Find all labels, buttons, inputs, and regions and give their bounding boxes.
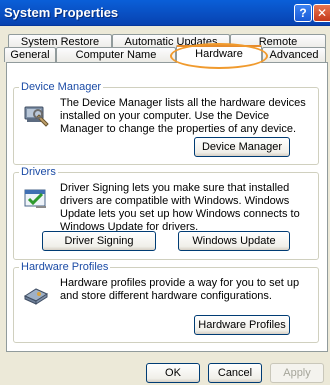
tab-general[interactable]: General [4,47,56,62]
device-manager-icon [22,100,50,131]
ok-button[interactable]: OK [146,363,200,383]
window-title: System Properties [4,5,119,20]
drivers-group-label: Drivers [19,166,58,178]
apply-button[interactable]: Apply [270,363,324,383]
driver-signing-button[interactable]: Driver Signing [42,231,156,251]
title-bar[interactable]: System Properties ? ✕ [0,0,330,26]
device-manager-group-label: Device Manager [19,81,104,93]
dialog-body: System Restore Automatic Updates Remote … [0,26,330,385]
hardware-tab-panel: Device Manager The Device Manager lists … [6,62,328,352]
driver-signing-icon [22,185,50,216]
close-button[interactable]: ✕ [313,4,330,22]
drivers-description: Driver Signing lets you make sure that i… [60,182,300,233]
hardware-profiles-group-label: Hardware Profiles [19,261,111,273]
device-manager-button[interactable]: Device Manager [194,137,290,157]
device-manager-description: The Device Manager lists all the hardwar… [60,97,306,135]
tab-hardware[interactable]: Hardware [176,45,262,63]
drivers-group: Drivers Driver Signing lets you make sur… [13,166,319,260]
cancel-button[interactable]: Cancel [208,363,262,383]
help-button[interactable]: ? [294,4,312,22]
windows-update-button[interactable]: Windows Update [178,231,290,251]
hardware-profiles-description: Hardware profiles provide a way for you … [60,277,300,302]
hardware-profiles-icon [22,280,50,311]
hardware-profiles-button[interactable]: Hardware Profiles [194,315,290,335]
tab-advanced[interactable]: Advanced [262,47,326,62]
tab-computer-name[interactable]: Computer Name [56,47,176,62]
hardware-profiles-group: Hardware Profiles Hardware profiles prov… [13,261,319,343]
device-manager-group: Device Manager The Device Manager lists … [13,81,319,165]
